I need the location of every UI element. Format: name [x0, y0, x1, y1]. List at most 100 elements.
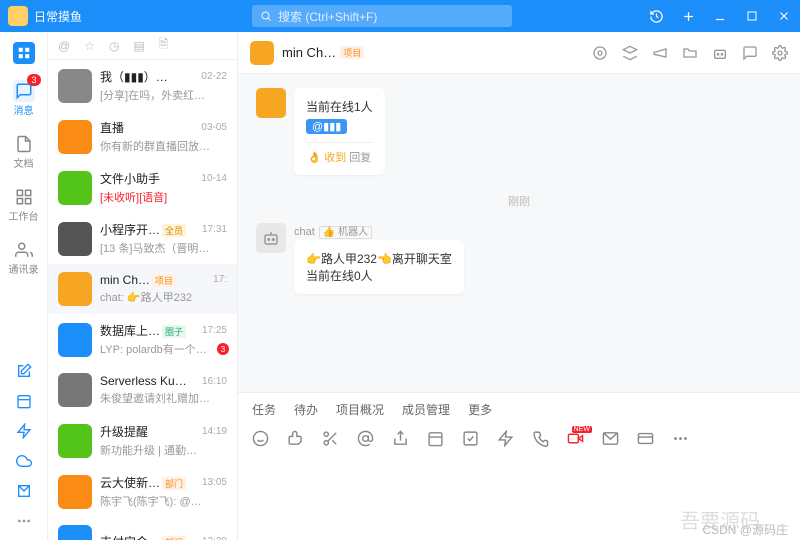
header-layers-icon[interactable]	[622, 45, 638, 61]
filter-at-icon[interactable]: @	[58, 39, 70, 53]
filter-star-icon[interactable]: ☆	[84, 39, 95, 53]
conversation-name: 数据库上…圈子	[100, 322, 186, 339]
conversation-name: 小程序开…全员	[100, 221, 186, 238]
filter-doc-icon[interactable]: 🗎	[159, 35, 169, 56]
message-meta: chat👍 机器人	[294, 223, 464, 238]
tool-bolt-icon[interactable]	[497, 430, 514, 447]
plus-icon[interactable]	[680, 8, 696, 24]
message-bubble: 当前在线1人 @▮▮▮ 👌 收到 回复	[294, 88, 385, 175]
composer: 任务 待办 项目概况 成员管理 更多 NEW	[238, 392, 800, 540]
header-announce-icon[interactable]	[652, 45, 668, 61]
tool-cut-icon[interactable]	[322, 430, 339, 447]
composer-tabs: 任务 待办 项目概况 成员管理 更多	[238, 393, 800, 426]
header-robot-icon[interactable]	[712, 45, 728, 61]
conversation-time: 13:05	[202, 477, 227, 488]
conversation-item[interactable]: 支付宝合…部门12:29	[48, 517, 237, 540]
rail-bolt-icon[interactable]	[15, 422, 33, 440]
conversation-time: 17:	[213, 274, 227, 285]
conversation-time: 03-05	[201, 122, 227, 133]
conversation-time: 17:25	[202, 325, 227, 336]
conversation-preview: [未收听][语音]	[100, 189, 227, 205]
tool-share-icon[interactable]	[392, 430, 409, 447]
tool-call-icon[interactable]	[532, 430, 549, 447]
tool-mail-icon[interactable]	[602, 430, 619, 447]
rail-send-icon[interactable]	[15, 482, 33, 500]
message-avatar[interactable]	[256, 88, 286, 118]
tool-at-icon[interactable]	[357, 430, 374, 447]
conversation-name: Serverless Ku…	[100, 374, 187, 388]
conversation-preview: LYP: polardb有一个…	[100, 341, 227, 357]
mention-pill[interactable]: @▮▮▮	[306, 119, 347, 134]
header-settings-icon[interactable]	[772, 45, 788, 61]
conversation-avatar	[58, 222, 92, 256]
conversation-item[interactable]: 我（▮▮▮）…02-22 [分享]在吗，外卖红…	[48, 60, 237, 111]
bot-avatar[interactable]	[256, 223, 286, 253]
action-received[interactable]: 👌 收到	[307, 149, 346, 165]
composer-tab[interactable]: 任务	[252, 401, 276, 418]
conversation-name: 文件小助手	[100, 170, 160, 187]
conversation-item[interactable]: 云大使新…部门13:05 陈宇飞(陈宇飞): @…	[48, 466, 237, 517]
list-toolbar: @ ☆ ◷ ▤ 🗎	[48, 32, 237, 60]
search-input[interactable]: 搜索 (Ctrl+Shift+F)	[252, 5, 512, 27]
nav-messages[interactable]: 3消息	[7, 76, 41, 121]
conversation-item[interactable]: 直播03-05 你有新的群直播回放…	[48, 111, 237, 162]
conversation-preview: 朱俊望邀请刘礼赠加…	[100, 390, 227, 406]
filter-clock-icon[interactable]: ◷	[109, 39, 119, 53]
composer-tab[interactable]: 待办	[294, 401, 318, 418]
tool-more-icon[interactable]	[672, 430, 689, 447]
conversation-item[interactable]: 小程序开…全员17:31 [13 条]马致杰（晋明…	[48, 213, 237, 264]
tool-emoji-icon[interactable]	[252, 430, 269, 447]
conversation-preview: [分享]在吗，外卖红…	[100, 87, 227, 103]
nav-contacts[interactable]: 通讯录	[7, 235, 41, 280]
user-avatar[interactable]	[8, 6, 28, 26]
conversation-item[interactable]: Serverless Ku…16:10 朱俊望邀请刘礼赠加…	[48, 365, 237, 415]
tool-like-icon[interactable]	[287, 430, 304, 447]
conversation-avatar	[58, 69, 92, 103]
conversation-avatar	[58, 525, 92, 540]
header-target-icon[interactable]	[592, 45, 608, 61]
composer-toolbar: NEW	[238, 426, 800, 455]
nav-apps[interactable]	[7, 38, 41, 68]
composer-tab[interactable]: 项目概况	[336, 401, 384, 418]
rail-cloud-icon[interactable]	[15, 452, 33, 470]
filter-calendar-icon[interactable]: ▤	[133, 39, 144, 53]
nav-docs[interactable]: 文档	[7, 129, 41, 174]
conversation-item[interactable]: 升级提醒14:19 新功能升级 | 通勤…	[48, 415, 237, 466]
rail-calendar-icon[interactable]	[15, 392, 33, 410]
rail-more-icon[interactable]	[15, 512, 33, 530]
maximize-icon[interactable]	[744, 8, 760, 24]
doc-icon	[15, 135, 33, 153]
header-folder-icon[interactable]	[682, 45, 698, 61]
tool-task-icon[interactable]	[462, 430, 479, 447]
conversation-item[interactable]: 数据库上…圈子17:25 LYP: polardb有一个… 3	[48, 314, 237, 365]
close-icon[interactable]	[776, 8, 792, 24]
action-reply[interactable]: 回复	[349, 149, 371, 165]
message-line: 👉路人甲232👈离开聊天室	[306, 250, 452, 267]
message: 当前在线1人 @▮▮▮ 👌 收到 回复	[256, 88, 782, 175]
tool-card-icon[interactable]	[637, 430, 654, 447]
chat-header: min Ch… 项目	[238, 32, 800, 74]
conversation-time: 14:19	[202, 426, 227, 437]
conversation-name: min Ch…项目	[100, 273, 176, 287]
composer-tab[interactable]: 更多	[468, 401, 492, 418]
conversation-time: 02-22	[201, 71, 227, 82]
minimize-icon[interactable]	[712, 8, 728, 24]
nav-workspace[interactable]: 工作台	[7, 182, 41, 227]
tool-video-icon[interactable]: NEW	[567, 430, 584, 447]
message-line: 当前在线0人	[306, 267, 452, 284]
titlebar: 日常摸鱼 搜索 (Ctrl+Shift+F)	[0, 0, 800, 32]
conversation-list: @ ☆ ◷ ▤ 🗎 我（▮▮▮）…02-22 [分享]在吗，外卖红… 直播03-…	[48, 32, 238, 540]
chat-avatar[interactable]	[250, 41, 274, 65]
tool-calendar-icon[interactable]	[427, 430, 444, 447]
composer-tab[interactable]: 成员管理	[402, 401, 450, 418]
message-bubble: 👉路人甲232👈离开聊天室 当前在线0人	[294, 240, 464, 294]
conversation-time: 10-14	[201, 173, 227, 184]
conversation-item[interactable]: 文件小助手 10-14 [未收听][语音]	[48, 162, 237, 213]
time-divider: 刚刚	[256, 193, 782, 209]
header-chat-icon[interactable]	[742, 45, 758, 61]
history-icon[interactable]	[648, 8, 664, 24]
composer-textarea[interactable]	[238, 455, 800, 540]
conversation-item[interactable]: min Ch…项目17: chat: 👉路人甲232	[48, 264, 237, 314]
rail-compose-icon[interactable]	[15, 362, 33, 380]
conversation-avatar	[58, 120, 92, 154]
